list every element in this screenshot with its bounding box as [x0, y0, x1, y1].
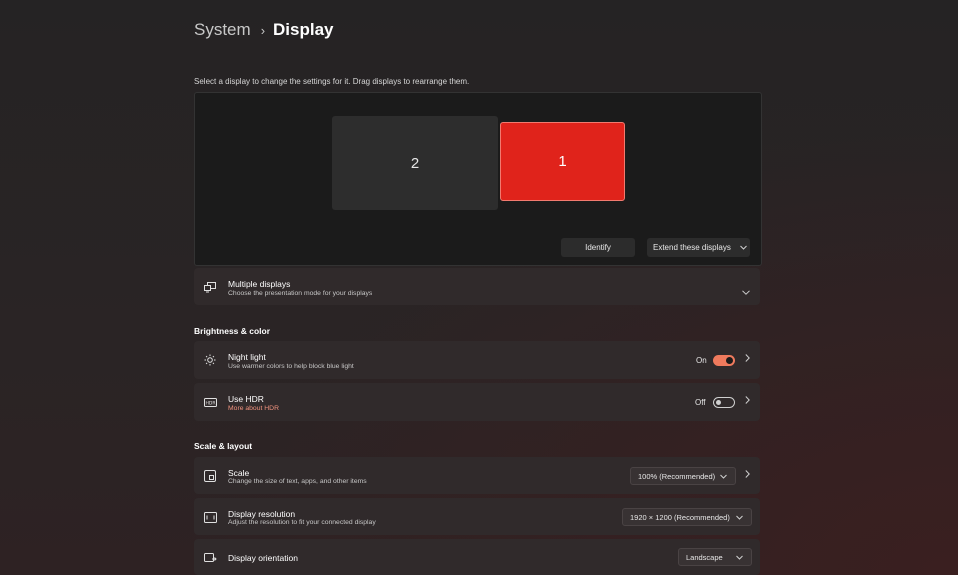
resolution-value: 1920 × 1200 (Recommended): [630, 512, 730, 522]
night-light-card[interactable]: Night light Use warmer colors to help bl…: [194, 341, 760, 379]
page-title: Display: [273, 20, 334, 39]
monitor-2-label: 2: [410, 154, 420, 172]
toggle-knob: [716, 400, 721, 405]
scale-icon: [203, 469, 217, 483]
night-light-subtitle: Use warmer colors to help block blue lig…: [228, 363, 354, 370]
arrange-instruction: Select a display to change the settings …: [194, 77, 470, 86]
orientation-icon: [203, 551, 217, 565]
display-mode-value: Extend these displays: [653, 243, 731, 252]
multiple-displays-subtitle: Choose the presentation mode for your di…: [228, 290, 373, 297]
display-resolution-card: Display resolution Adjust the resolution…: [194, 498, 760, 535]
orientation-dropdown[interactable]: Landscape: [678, 548, 752, 566]
scale-title: Scale: [228, 468, 250, 478]
monitor-2[interactable]: 2: [332, 116, 498, 210]
monitor-1[interactable]: 1: [500, 122, 625, 201]
display-resolution-subtitle: Adjust the resolution to fit your connec…: [228, 519, 376, 526]
multiple-displays-card[interactable]: Multiple displays Choose the presentatio…: [194, 268, 760, 305]
brightness-section-heading: Brightness & color: [194, 326, 271, 336]
chevron-right-icon: [745, 470, 750, 481]
hdr-toggle[interactable]: [713, 397, 735, 408]
hdr-icon: HDR: [203, 395, 217, 409]
display-mode-dropdown[interactable]: Extend these displays: [647, 238, 750, 257]
night-light-title: Night light: [228, 352, 266, 362]
chevron-right-icon: [745, 354, 750, 365]
multiple-displays-title: Multiple displays: [228, 279, 291, 289]
display-orientation-title: Display orientation: [228, 553, 298, 563]
night-light-state-label: On: [696, 356, 707, 365]
breadcrumb-separator: ›: [260, 22, 266, 38]
chevron-down-icon: [742, 282, 750, 300]
night-light-toggle[interactable]: [713, 355, 735, 366]
scale-subtitle: Change the size of text, apps, and other…: [228, 478, 367, 485]
breadcrumb-system-link[interactable]: System: [194, 20, 251, 40]
display-orientation-card: Display orientation Landscape: [194, 539, 760, 575]
display-resolution-title: Display resolution: [228, 509, 296, 519]
orientation-value: Landscape: [686, 552, 723, 562]
breadcrumb: System › Display: [194, 18, 334, 42]
hdr-state-label: Off: [695, 398, 706, 407]
chevron-down-icon: [736, 553, 743, 562]
scale-layout-section-heading: Scale & layout: [194, 441, 253, 451]
brightness-icon: [203, 353, 217, 367]
identify-button[interactable]: Identify: [561, 238, 635, 257]
resolution-icon: [203, 510, 217, 524]
hdr-card[interactable]: HDR Use HDR More about HDR Off: [194, 383, 760, 421]
scale-value: 100% (Recommended): [638, 471, 716, 481]
svg-text:HDR: HDR: [205, 400, 215, 406]
monitor-1-label: 1: [558, 153, 567, 170]
chevron-down-icon: [736, 513, 743, 522]
hdr-title: Use HDR: [228, 394, 264, 404]
display-arrangement-panel: 2 1 Identify Extend these displays: [194, 92, 762, 266]
scale-card[interactable]: Scale Change the size of text, apps, and…: [194, 457, 760, 494]
chevron-right-icon: [745, 396, 750, 407]
toggle-knob: [726, 357, 733, 364]
more-about-hdr-link[interactable]: More about HDR: [228, 405, 279, 412]
resolution-dropdown[interactable]: 1920 × 1200 (Recommended): [622, 508, 752, 526]
chevron-down-icon: [739, 243, 747, 252]
chevron-down-icon: [720, 472, 727, 481]
multiple-displays-icon: [203, 280, 217, 294]
scale-dropdown[interactable]: 100% (Recommended): [630, 467, 736, 485]
